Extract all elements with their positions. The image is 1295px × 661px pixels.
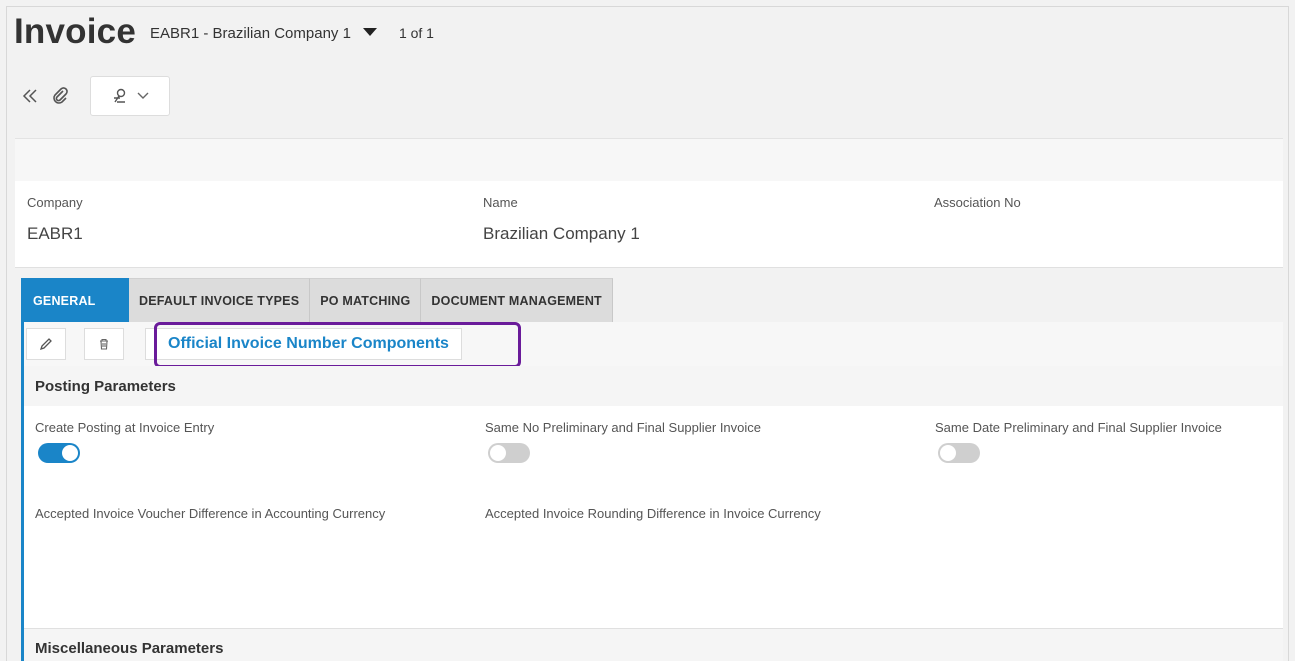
official-invoice-number-components-link[interactable]: Official Invoice Number Components: [168, 335, 449, 353]
company-card: Company EABR1 Name Brazilian Company 1 A…: [15, 181, 1283, 268]
association-label: Association No: [934, 195, 1021, 210]
card-top-strip: [15, 138, 1283, 181]
page-title: Invoice: [14, 12, 137, 51]
caret-down-icon: [362, 28, 377, 36]
company-label: Company: [27, 195, 83, 210]
name-label: Name: [483, 195, 518, 210]
page-toolbar: [18, 76, 170, 116]
title-row: Invoice EABR1 - Brazilian Company 1 1 of…: [14, 12, 434, 52]
company-value: EABR1: [27, 224, 83, 243]
tab-general[interactable]: GENERAL: [21, 278, 129, 322]
same-no-label: Same No Preliminary and Final Supplier I…: [485, 420, 762, 435]
chevron-down-icon: [137, 92, 149, 99]
delete-button[interactable]: [84, 328, 124, 360]
name-field: Name Brazilian Company 1: [483, 195, 640, 244]
tab-document-management[interactable]: DOCUMENT MANAGEMENT: [421, 278, 613, 322]
record-selector[interactable]: EABR1 - Brazilian Company 1: [150, 25, 377, 42]
command-bar: Official Invoice Number Components: [24, 322, 1283, 368]
same-date-toggle[interactable]: [938, 443, 980, 463]
record-count: 1 of 1: [398, 25, 434, 41]
create-posting-label: Create Posting at Invoice Entry: [35, 420, 215, 435]
same-date-label: Same Date Preliminary and Final Supplier…: [935, 420, 1222, 435]
edit-button[interactable]: [26, 328, 66, 360]
tab-po-matching[interactable]: PO MATCHING: [310, 278, 422, 322]
double-chevron-left-icon[interactable]: [18, 84, 42, 108]
voucher-difference-label: Accepted Invoice Voucher Difference in A…: [35, 506, 386, 521]
company-field: Company EABR1: [27, 195, 83, 244]
miscellaneous-parameters-header[interactable]: Miscellaneous Parameters: [24, 628, 1283, 661]
name-value: Brazilian Company 1: [483, 224, 640, 243]
same-no-toggle[interactable]: [488, 443, 530, 463]
create-posting-toggle[interactable]: [38, 443, 80, 463]
tab-default-invoice-types[interactable]: DEFAULT INVOICE TYPES: [129, 278, 311, 322]
tab-bar: GENERAL DEFAULT INVOICE TYPES PO MATCHIN…: [21, 278, 613, 322]
record-selector-label: EABR1 - Brazilian Company 1: [150, 25, 351, 42]
trash-icon: [100, 338, 108, 350]
association-field: Association No: [934, 195, 1021, 224]
posting-parameters-header[interactable]: Posting Parameters: [24, 366, 1283, 406]
official-invoice-number-components-button[interactable]: Official Invoice Number Components: [145, 328, 462, 360]
general-tab-panel: Official Invoice Number Components Posti…: [21, 322, 1283, 661]
workflow-menu-button[interactable]: [90, 76, 170, 116]
workflow-icon: [114, 88, 126, 103]
paperclip-icon[interactable]: [48, 84, 72, 108]
pencil-icon: [39, 338, 52, 351]
rounding-difference-label: Accepted Invoice Rounding Difference in …: [485, 506, 821, 521]
